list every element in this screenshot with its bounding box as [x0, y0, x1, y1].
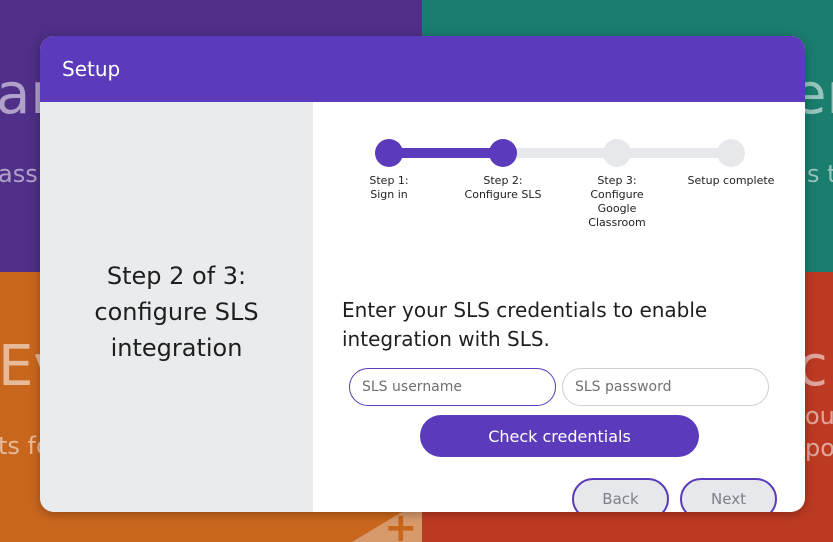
step-heading-line-2: configure SLS: [94, 298, 259, 326]
tile-bottom-right-small-text-1: ou: [805, 402, 833, 430]
tile-top-left-small-text: ass: [0, 160, 38, 188]
step-3-dot: [603, 139, 631, 167]
right-panel: Step 1: Sign in Step 2: Configure SLS St…: [313, 102, 805, 512]
step-4-dot: [717, 139, 745, 167]
step-2-label: Step 2: Configure SLS: [464, 174, 542, 201]
credentials-prompt: Enter your SLS credentials to enable int…: [342, 298, 708, 351]
step-heading-line-3: integration: [110, 334, 243, 362]
back-button[interactable]: Back: [572, 478, 669, 512]
sls-password-input[interactable]: [562, 368, 769, 406]
stepper-track-3: [617, 148, 731, 158]
next-button[interactable]: Next: [680, 478, 777, 512]
dialog-body: Step 2 of 3: configure SLS integration S…: [40, 102, 805, 512]
left-panel: Step 2 of 3: configure SLS integration: [40, 102, 313, 512]
step-2-dot: [489, 139, 517, 167]
step-1-label: Step 1: Sign in: [369, 174, 409, 201]
dialog-title: Setup: [62, 57, 121, 81]
plus-icon: +: [384, 505, 418, 542]
step-4-label: Setup complete: [687, 174, 775, 187]
stepper-track-2: [503, 148, 617, 158]
step-heading: Step 2 of 3: configure SLS integration: [40, 258, 313, 366]
step-heading-line-1: Step 2 of 3:: [106, 262, 247, 290]
dialog-header: Setup: [40, 36, 805, 102]
progress-stepper: Step 1: Sign in Step 2: Configure SLS St…: [313, 102, 805, 242]
sls-username-input[interactable]: [349, 368, 556, 406]
setup-dialog: Setup Step 2 of 3: configure SLS integra…: [40, 36, 805, 512]
stepper-track-1: [389, 148, 503, 158]
check-credentials-button[interactable]: Check credentials: [420, 415, 699, 457]
step-1-dot: [375, 139, 403, 167]
tile-bottom-right-small-text-2: poi: [805, 434, 833, 462]
step-3-label: Step 3: Configure Google Classroom: [588, 174, 646, 229]
tile-top-right-small-text: s th: [807, 160, 833, 188]
